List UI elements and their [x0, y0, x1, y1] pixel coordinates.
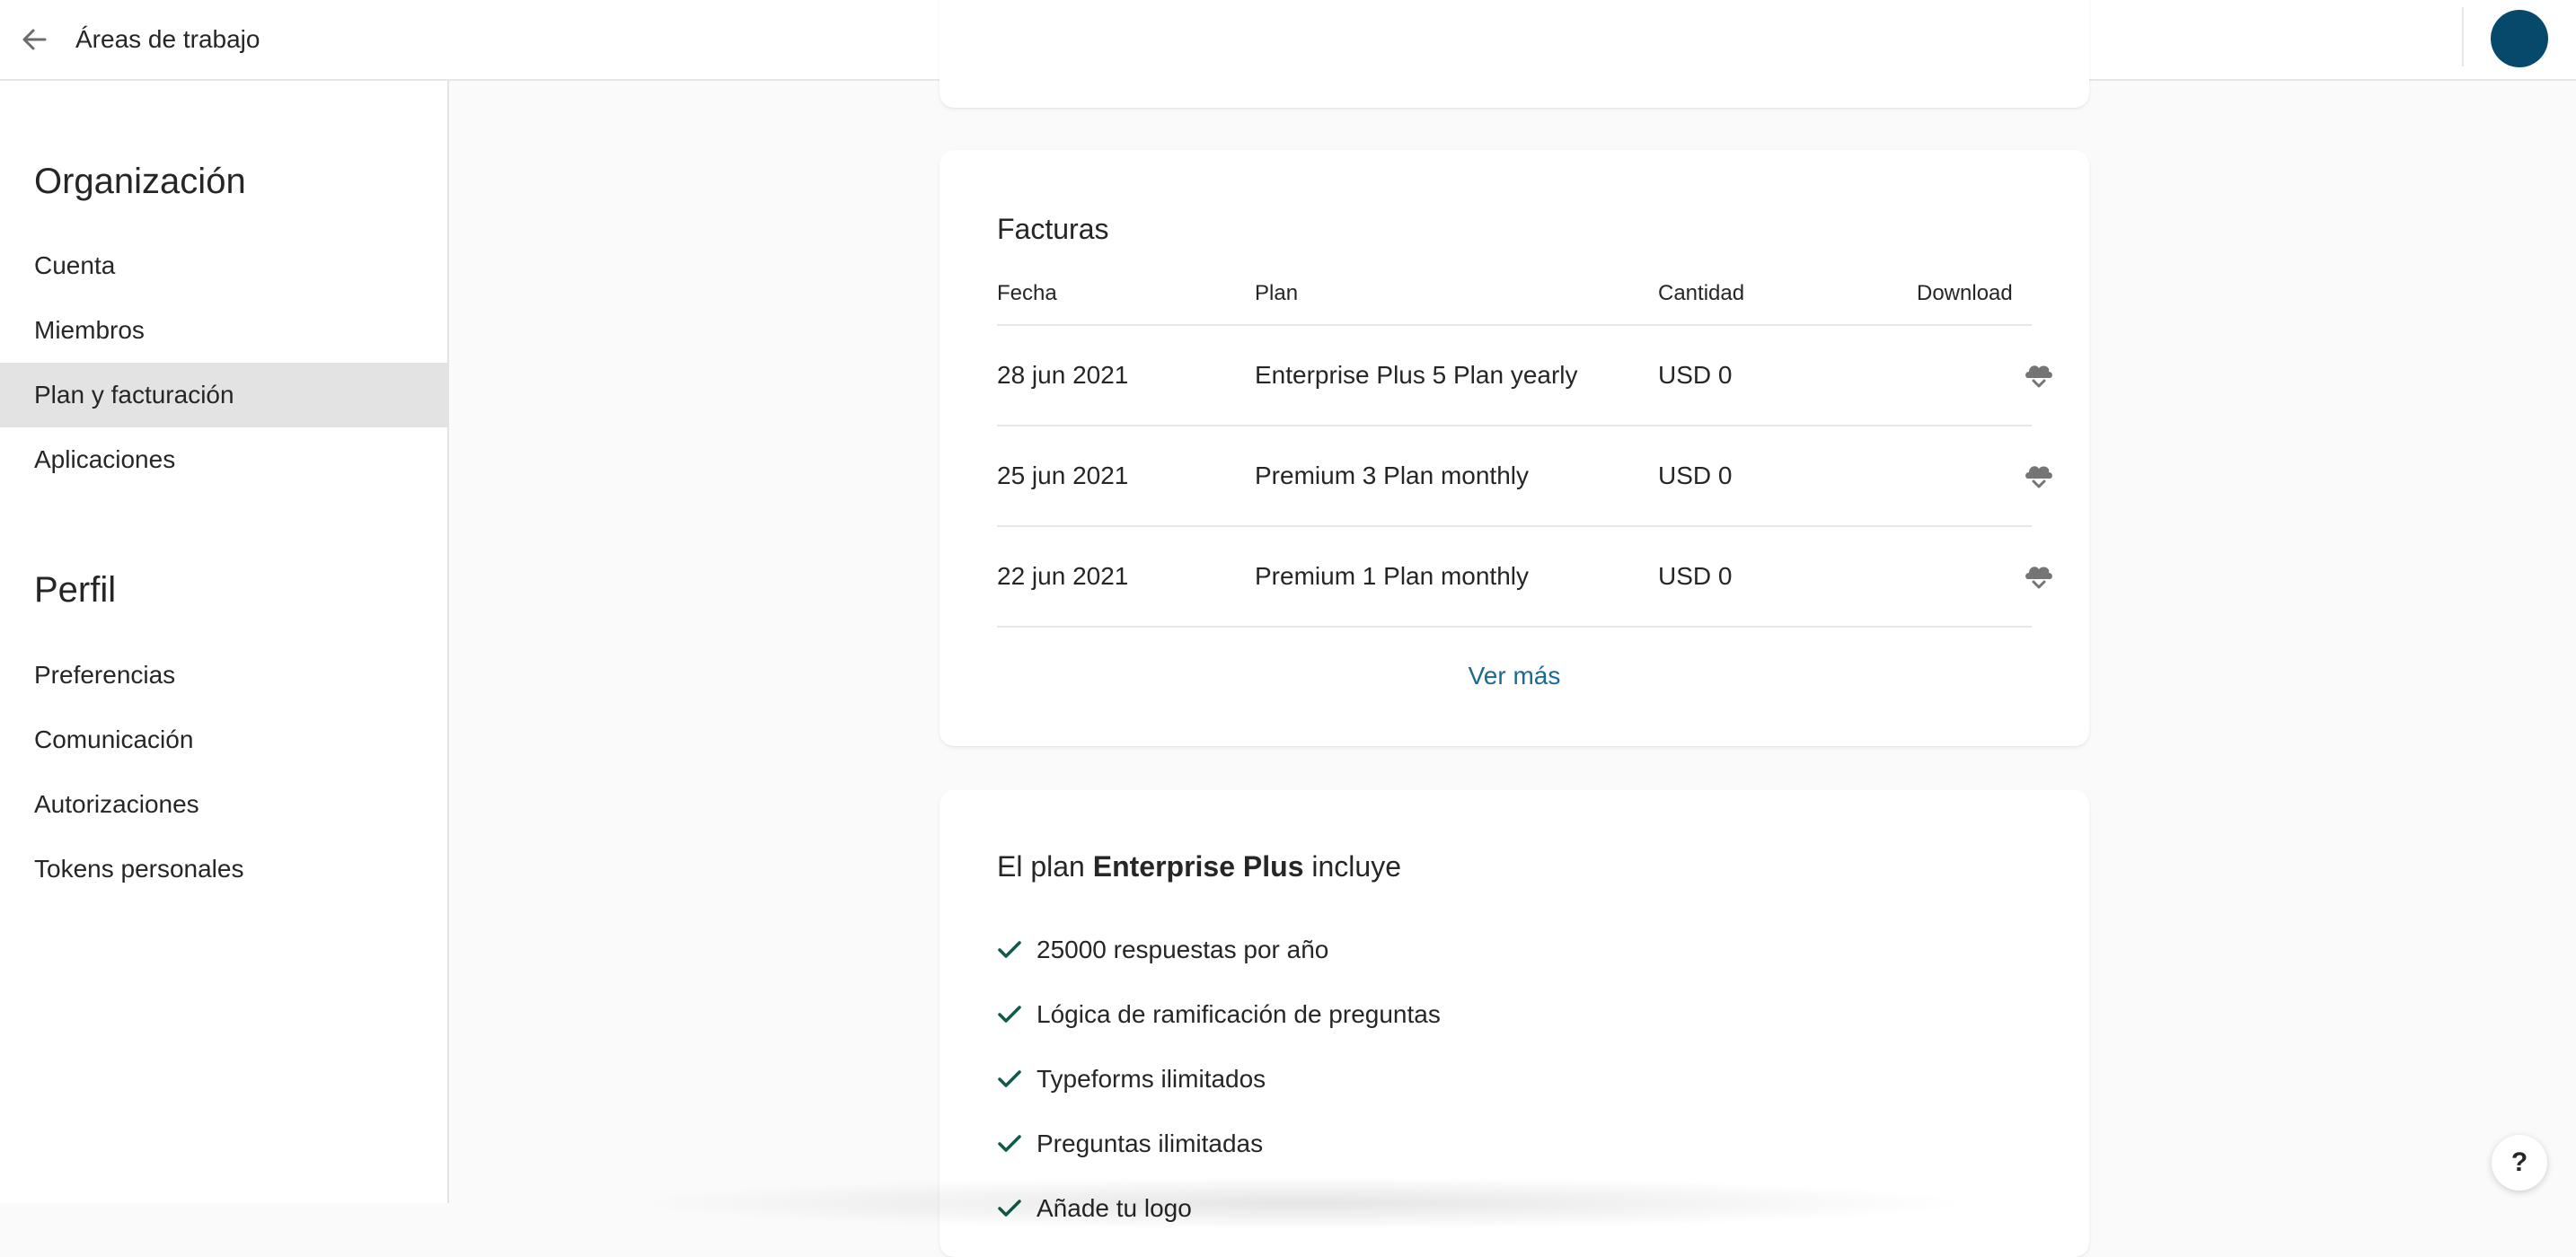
cloud-download-icon[interactable]: [2023, 559, 2055, 592]
sidebar: Organización Cuenta Miembros Plan y fact…: [0, 81, 449, 1203]
previous-card: [940, 0, 2089, 108]
back-button[interactable]: [14, 19, 56, 60]
plan-feature-label: Typeforms ilimitados: [1037, 1065, 1266, 1093]
plan-feature-label: Preguntas ilimitadas: [1037, 1130, 1264, 1157]
sidebar-item-authorizations[interactable]: Autorizaciones: [0, 772, 447, 837]
see-more-link[interactable]: Ver más: [940, 658, 2089, 694]
invoices-card: Facturas Fecha Plan Cantidad Download 28…: [940, 150, 2089, 746]
plan-features-card: El plan Enterprise Plus incluye 25000 re…: [940, 790, 2089, 1257]
topbar-divider: [2462, 7, 2464, 66]
arrow-left-icon: [22, 29, 47, 50]
plan-title-suffix: incluye: [1303, 850, 1401, 883]
plan-feature-label: Lógica de ramificación de preguntas: [1037, 1000, 1441, 1028]
sidebar-item-communication[interactable]: Comunicación: [0, 708, 447, 772]
invoice-date: 25 jun 2021: [997, 461, 1129, 489]
invoices-title: Facturas: [997, 213, 1109, 245]
plan-title: El plan Enterprise Plus incluye: [997, 848, 1401, 884]
plan-feature-label: 25000 respuestas por año: [1037, 936, 1329, 963]
sidebar-item-account[interactable]: Cuenta: [0, 233, 447, 298]
column-header-plan: Plan: [1255, 281, 1299, 305]
invoice-amount: USD 0: [1658, 361, 1733, 389]
workspaces-title: Áreas de trabajo: [75, 25, 260, 53]
sidebar-item-applications[interactable]: Aplicaciones: [0, 427, 447, 492]
sidebar-item-personal-tokens[interactable]: Tokens personales: [0, 837, 447, 901]
help-button[interactable]: ?: [2492, 1135, 2547, 1191]
invoice-row: 28 jun 2021 Enterprise Plus 5 Plan yearl…: [997, 324, 2052, 425]
profile-heading: Perfil: [34, 570, 117, 610]
cloud-download-icon[interactable]: [2023, 459, 2055, 491]
user-avatar[interactable]: [2491, 10, 2548, 67]
check-icon: [998, 1200, 1021, 1217]
table-bottom-divider: [997, 626, 2032, 628]
invoice-plan: Premium 3 Plan monthly: [1255, 461, 1530, 489]
check-icon: [998, 1070, 1021, 1087]
column-header-download: Download: [1917, 281, 2013, 305]
invoice-amount: USD 0: [1658, 562, 1733, 590]
invoice-date: 22 jun 2021: [997, 562, 1129, 590]
invoice-row: 22 jun 2021 Premium 1 Plan monthly USD 0: [997, 525, 2052, 626]
invoice-plan: Premium 1 Plan monthly: [1255, 562, 1530, 590]
invoice-date: 28 jun 2021: [997, 361, 1129, 389]
invoice-plan: Enterprise Plus 5 Plan yearly: [1255, 361, 1578, 389]
organization-heading: Organización: [34, 162, 246, 201]
sidebar-item-preferences[interactable]: Preferencias: [0, 643, 447, 708]
cloud-download-icon[interactable]: [2023, 358, 2055, 391]
plan-title-prefix: El plan: [997, 850, 1093, 883]
check-icon: [998, 1135, 1021, 1152]
check-icon: [998, 941, 1021, 958]
sidebar-item-plan-billing[interactable]: Plan y facturación: [0, 363, 447, 427]
sidebar-item-members[interactable]: Miembros: [0, 298, 447, 363]
plan-name: Enterprise Plus: [1092, 850, 1304, 883]
invoice-amount: USD 0: [1658, 461, 1733, 489]
plan-feature-label: Añade tu logo: [1037, 1194, 1192, 1222]
column-header-amount: Cantidad: [1658, 281, 1745, 305]
column-header-date: Fecha: [997, 281, 1057, 305]
check-icon: [998, 1006, 1021, 1023]
invoice-row: 25 jun 2021 Premium 3 Plan monthly USD 0: [997, 425, 2052, 525]
